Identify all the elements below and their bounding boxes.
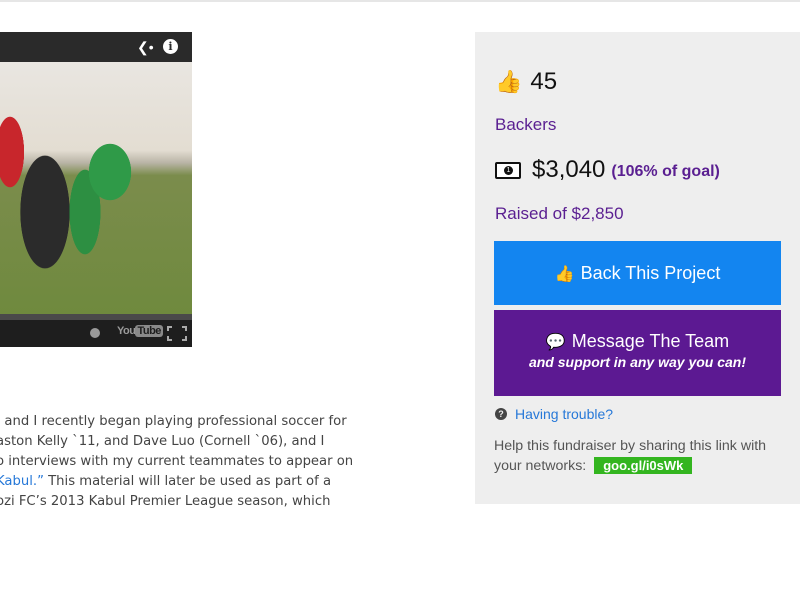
youtube-logo[interactable]: You Tube xyxy=(117,325,163,337)
thumbs-up-icon: 👍 xyxy=(495,69,523,94)
raised-amount-value: $3,040 xyxy=(532,156,606,183)
share-icon[interactable]: ❮• xyxy=(137,40,154,54)
video-player[interactable]: ❮• i You Tube xyxy=(0,32,192,347)
share-short-link[interactable]: goo.gl/i0sWk xyxy=(594,457,693,474)
message-button-label: Message The Team xyxy=(571,331,730,351)
top-divider xyxy=(0,0,800,2)
clock-icon[interactable] xyxy=(90,328,100,338)
back-this-project-button[interactable]: 👍 Back This Project xyxy=(494,241,781,305)
message-the-team-button[interactable]: 💬 Message The Team and support in any way… xyxy=(494,310,781,396)
backers-number: 45 xyxy=(530,68,558,95)
info-icon[interactable]: i xyxy=(163,39,178,54)
youtube-logo-tube: Tube xyxy=(135,325,163,337)
having-trouble-link[interactable]: Having trouble? xyxy=(515,406,613,422)
message-button-sublabel: and support in any way you can! xyxy=(528,354,747,370)
goal-percentage: (106% of goal) xyxy=(611,163,720,180)
chat-bubble-icon: 💬 xyxy=(545,334,566,351)
description-line: Kabul.” This material will later be used… xyxy=(0,472,366,492)
funding-sidebar: 👍 45 Backers $3,040 (106% of goal) Raise… xyxy=(475,32,800,504)
having-trouble: ? Having trouble? xyxy=(495,406,613,422)
share-prompt: Help this fundraiser by sharing this lin… xyxy=(494,436,794,476)
description-text: This material will later be used as part… xyxy=(43,474,332,489)
description-line: aston Kelly `11, and Dave Luo (Cornell `… xyxy=(0,434,325,449)
youtube-logo-you: You xyxy=(117,325,136,337)
back-button-label: Back This Project xyxy=(580,263,721,283)
money-icon xyxy=(495,161,521,179)
description-line: , and I recently began playing professio… xyxy=(0,414,347,429)
description-line: o interviews with my current teammates t… xyxy=(0,454,354,469)
raised-amount: $3,040 (106% of goal) xyxy=(495,156,720,184)
fullscreen-icon[interactable] xyxy=(167,326,187,341)
kabul-link[interactable]: Kabul.” xyxy=(0,474,44,489)
description-line: ozi FC’s 2013 Kabul Premier League seaso… xyxy=(0,494,331,509)
project-description: , and I recently began playing professio… xyxy=(0,412,366,512)
video-thumbnail[interactable] xyxy=(0,62,192,314)
backers-count: 👍 45 xyxy=(495,68,557,96)
backers-label: Backers xyxy=(495,115,557,134)
thumbs-up-icon: 👍 xyxy=(554,266,575,283)
raised-of-goal-label: Raised of $2,850 xyxy=(495,204,624,223)
question-circle-icon: ? xyxy=(495,408,507,420)
